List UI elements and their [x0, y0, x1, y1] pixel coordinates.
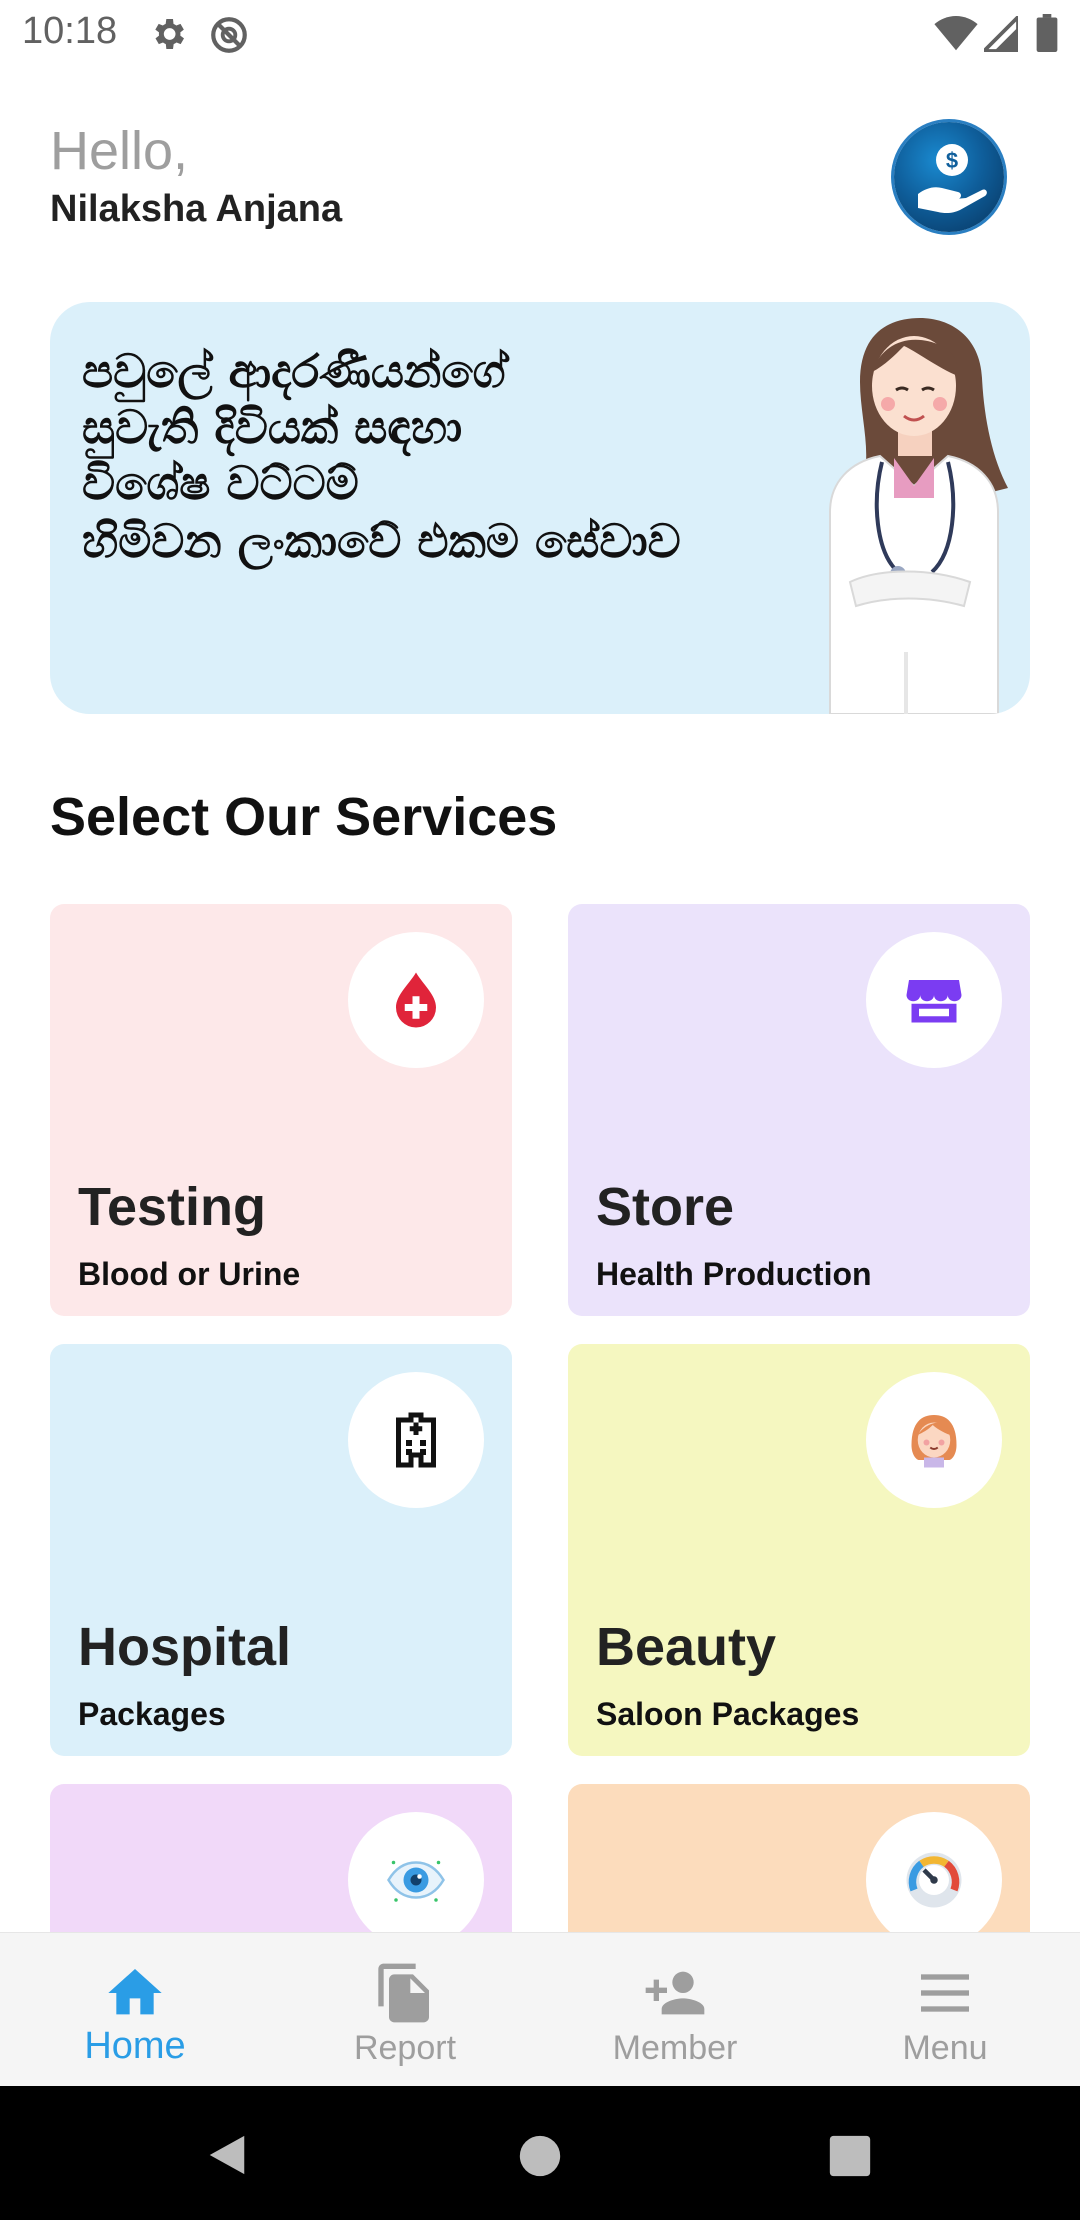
service-card-testing[interactable]: Testing Blood or Urine	[50, 904, 512, 1316]
banner-line-3: විශේෂ වට්ටම්	[82, 456, 359, 510]
service-subtitle: Blood or Urine	[78, 1256, 301, 1292]
service-subtitle: Saloon Packages	[596, 1696, 860, 1732]
service-icon-circle	[348, 932, 484, 1068]
service-title: Store	[596, 1177, 735, 1237]
service-icon-circle	[866, 1372, 1002, 1508]
nav-menu[interactable]: Menu	[810, 1933, 1080, 2087]
service-card-eye[interactable]	[50, 1784, 512, 1932]
promo-banner[interactable]: පවුලේ ආදරණීයන්ගේ සුවැති දිවියක් සඳහා විශ…	[50, 302, 1030, 714]
banner-line-2: සුවැති දිවියක් සඳහා	[82, 400, 463, 454]
system-navigation-bar	[0, 2086, 1080, 2220]
nav-report[interactable]: Report	[270, 1933, 540, 2087]
do-not-disturb-icon	[208, 14, 250, 61]
menu-icon	[921, 1974, 969, 2012]
woman-face-icon	[911, 1415, 957, 1468]
service-icon-circle	[866, 1812, 1002, 1932]
service-subtitle: Packages	[78, 1696, 226, 1732]
hospital-icon	[396, 1412, 436, 1468]
eye-icon	[387, 1860, 445, 1902]
signal-icon	[979, 12, 1020, 57]
service-icon-circle	[348, 1812, 484, 1932]
back-icon[interactable]	[204, 2132, 250, 2178]
status-time: 10:18	[22, 10, 118, 52]
settings-icon	[148, 14, 188, 59]
battery-icon	[1036, 14, 1058, 57]
nav-home[interactable]: Home	[0, 1933, 270, 2087]
money-hand-icon: $	[918, 144, 987, 214]
doctor-illustration	[829, 318, 1008, 714]
nav-label: Report	[353, 2029, 457, 2067]
nav-member[interactable]: Member	[540, 1933, 810, 2087]
user-name: Nilaksha Anjana	[50, 188, 343, 230]
gauge-icon	[906, 1852, 962, 1908]
store-icon	[906, 980, 962, 1023]
home-icon	[108, 1969, 162, 2015]
service-card-beauty[interactable]: Beauty Saloon Packages	[568, 1344, 1030, 1756]
report-icon	[378, 1963, 429, 2023]
service-icon-circle	[866, 932, 1002, 1068]
recents-icon[interactable]	[828, 2134, 872, 2178]
home-button-icon[interactable]	[518, 2134, 562, 2178]
nav-label: Member	[612, 2029, 738, 2067]
banner-line-4: හිමිවන ලංකාවේ එකම සේවාව	[82, 514, 681, 568]
svg-text:$: $	[946, 148, 958, 173]
greeting-text: Hello,	[50, 121, 189, 181]
service-icon-circle	[348, 1372, 484, 1508]
service-card-store[interactable]: Store Health Production	[568, 904, 1030, 1316]
section-title: Select Our Services	[50, 787, 558, 847]
banner-line-1: පවුලේ ආදරණීයන්ගේ	[82, 344, 506, 398]
add-member-icon	[645, 1971, 705, 2015]
bottom-navigation: Home Report Member Menu	[0, 1932, 1080, 2087]
status-bar: 10:18	[0, 0, 1080, 68]
nav-label: Menu	[902, 2029, 988, 2067]
profile-avatar[interactable]: $	[894, 122, 1004, 232]
service-title: Beauty	[596, 1617, 777, 1677]
nav-label: Home	[84, 2025, 186, 2067]
service-title: Hospital	[78, 1617, 292, 1677]
service-card-gauge[interactable]	[568, 1784, 1030, 1932]
blood-drop-icon	[396, 972, 436, 1028]
service-subtitle: Health Production	[596, 1256, 872, 1292]
wifi-icon	[934, 16, 978, 57]
service-title: Testing	[78, 1177, 266, 1237]
service-card-hospital[interactable]: Hospital Packages	[50, 1344, 512, 1756]
